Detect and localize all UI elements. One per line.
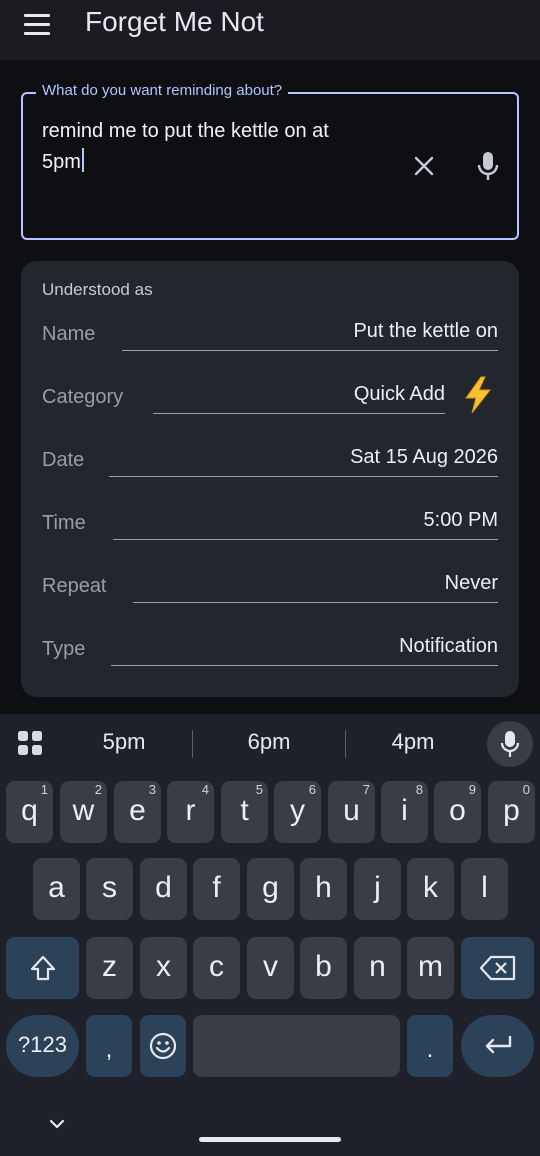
key-label: r [185,794,196,827]
name-value[interactable]: Put the kettle on [353,320,498,343]
date-label: Date [42,449,85,471]
hide-keyboard-chevron-icon[interactable] [49,1118,65,1130]
comma-key[interactable]: , [86,1015,132,1077]
gesture-home-bar[interactable] [199,1137,341,1142]
key-label: q [21,794,38,827]
suggestion-divider [192,730,193,758]
type-value[interactable]: Notification [399,635,498,658]
key-x[interactable]: x [140,937,187,999]
microphone-icon [500,731,520,757]
key-hint: 5 [255,782,263,797]
key-b[interactable]: b [300,937,347,999]
key-hint: 0 [522,782,530,797]
date-value[interactable]: Sat 15 Aug 2026 [350,446,498,469]
reminder-field-label: What do you want reminding about? [36,82,289,99]
key-g[interactable]: g [247,858,294,920]
backspace-key[interactable] [461,937,534,999]
key-z[interactable]: z [86,937,133,999]
key-hint: 3 [148,782,156,797]
key-m[interactable]: m [407,937,454,999]
key-s[interactable]: s [86,858,133,920]
key-j[interactable]: j [354,858,401,920]
app-bar: Forget Me Not [0,0,540,60]
lightning-bolt-icon[interactable] [462,376,494,414]
period-key[interactable]: . [407,1015,453,1077]
key-label: w [72,794,95,827]
key-c[interactable]: c [193,937,240,999]
key-n[interactable]: n [354,937,401,999]
type-label: Type [42,638,86,660]
enter-icon [485,1036,512,1054]
hamburger-menu-icon[interactable] [24,14,50,36]
key-l[interactable]: l [461,858,508,920]
suggestion-divider [345,730,346,758]
key-p[interactable]: p0 [488,781,535,843]
key-label: o [449,794,466,827]
key-q[interactable]: q1 [6,781,53,843]
key-hint: 4 [201,782,209,797]
key-k[interactable]: k [407,858,454,920]
key-label: u [343,794,360,827]
suggestion-3[interactable]: 4pm [373,729,453,755]
key-label: i [401,794,408,827]
key-label: t [240,794,249,827]
key-hint: 7 [362,782,370,797]
backspace-icon [479,955,516,981]
key-hint: 6 [308,782,316,797]
name-label: Name [42,323,96,345]
card-heading: Understood as [42,280,153,299]
key-label: p [503,794,520,827]
key-i[interactable]: i8 [381,781,428,843]
suggestion-1[interactable]: 5pm [84,729,164,755]
emoji-icon [149,1032,177,1060]
key-w[interactable]: w2 [60,781,107,843]
suggestion-2[interactable]: 6pm [229,729,309,755]
apps-grid-icon[interactable] [17,730,43,756]
date-underline [109,476,498,477]
category-label: Category [42,386,124,408]
key-label: e [129,794,146,827]
key-d[interactable]: d [140,858,187,920]
reminder-input[interactable]: remind me to put the kettle on at 5pm [42,116,382,178]
symbols-key[interactable]: ?123 [6,1015,79,1077]
key-y[interactable]: y6 [274,781,321,843]
key-a[interactable]: a [33,858,80,920]
key-label: y [290,794,305,827]
time-label: Time [42,512,86,534]
key-v[interactable]: v [247,937,294,999]
app-title: Forget Me Not [85,6,264,37]
key-r[interactable]: r4 [167,781,214,843]
type-underline [111,665,498,666]
key-hint: 8 [415,782,423,797]
repeat-underline [133,602,498,603]
emoji-key[interactable] [140,1015,186,1077]
text-caret [81,148,84,172]
key-f[interactable]: f [193,858,240,920]
key-hint: 9 [468,782,476,797]
time-underline [113,539,498,540]
key-u[interactable]: u7 [328,781,375,843]
time-value[interactable]: 5:00 PM [424,509,498,532]
shift-icon [30,955,56,981]
name-underline [122,350,498,351]
repeat-value[interactable]: Never [445,572,498,595]
key-o[interactable]: o9 [434,781,481,843]
shift-key[interactable] [6,937,79,999]
reminder-input-value: remind me to put the kettle on at 5pm [42,120,329,173]
repeat-label: Repeat [42,575,107,597]
microphone-icon[interactable] [474,150,502,182]
key-hint: 2 [94,782,102,797]
enter-key[interactable] [461,1015,534,1077]
category-underline [153,413,445,414]
key-t[interactable]: t5 [221,781,268,843]
space-bar[interactable] [193,1015,400,1077]
key-e[interactable]: e3 [114,781,161,843]
key-h[interactable]: h [300,858,347,920]
category-value[interactable]: Quick Add [354,383,445,406]
key-hint: 1 [40,782,48,797]
voice-input-button[interactable] [487,721,533,767]
clear-icon[interactable] [410,152,438,180]
